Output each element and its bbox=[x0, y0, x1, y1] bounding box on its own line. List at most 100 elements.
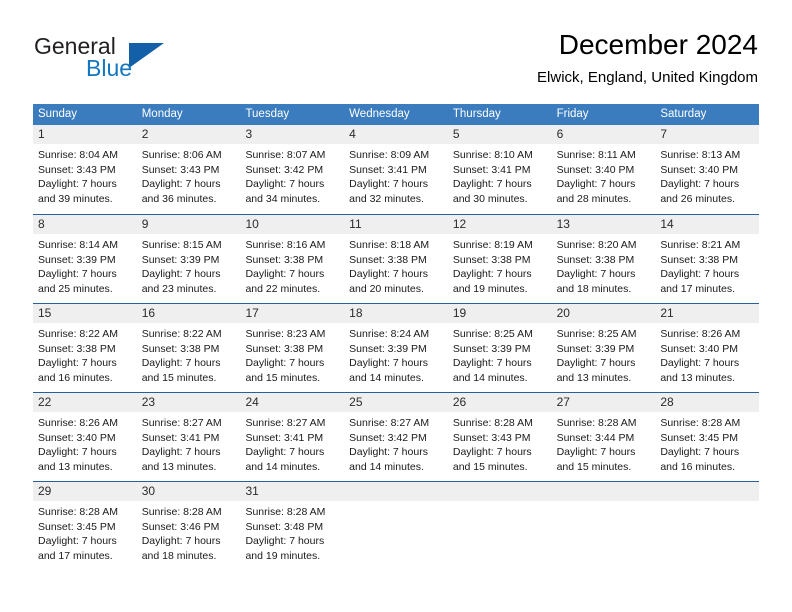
sunrise-text: Sunrise: 8:20 AM bbox=[556, 239, 637, 251]
day-detail-lines: Sunrise: 8:28 AM Sunset: 3:46 PM Daylight:… bbox=[137, 501, 241, 563]
day-number: 8 bbox=[33, 215, 137, 234]
calendar-day-cell[interactable]: 12 Sunrise: 8:19 AM Sunset: 3:38 PM Dayligh… bbox=[447, 215, 552, 303]
daylight-text-line2: and 26 minutes. bbox=[660, 192, 736, 205]
daylight-text-line2: and 14 minutes. bbox=[349, 371, 424, 384]
daylight-text-line1: Daylight: 7 hours bbox=[141, 446, 221, 458]
sunrise-text: Sunrise: 8:25 AM bbox=[452, 328, 533, 340]
sunrise-text: Sunrise: 8:13 AM bbox=[660, 149, 741, 161]
daylight-text-line2: and 36 minutes. bbox=[141, 192, 217, 205]
day-detail-lines bbox=[344, 501, 448, 505]
calendar-day-cell[interactable]: 29 Sunrise: 8:28 AM Sunset: 3:45 PM Dayligh… bbox=[33, 482, 137, 570]
calendar-day-cell[interactable]: 1 Sunrise: 8:04 AM Sunset: 3:43 PM Daylight… bbox=[33, 125, 137, 214]
calendar-day-cell[interactable]: 31 Sunrise: 8:28 AM Sunset: 3:48 PM Dayligh… bbox=[240, 482, 345, 570]
calendar-day-cell[interactable]: 3 Sunrise: 8:07 AM Sunset: 3:42 PM Daylight… bbox=[240, 125, 345, 214]
day-number: 10 bbox=[240, 215, 345, 234]
daylight-text-line2: and 15 minutes. bbox=[452, 460, 528, 473]
day-detail-lines: Sunrise: 8:28 AM Sunset: 3:45 PM Daylight:… bbox=[33, 501, 137, 563]
calendar-day-cell[interactable]: 21 Sunrise: 8:26 AM Sunset: 3:40 PM Dayligh… bbox=[655, 304, 760, 392]
calendar-day-cell[interactable]: 18 Sunrise: 8:24 AM Sunset: 3:39 PM Dayligh… bbox=[344, 304, 448, 392]
daylight-text-line1: Daylight: 7 hours bbox=[660, 357, 740, 369]
day-detail-lines: Sunrise: 8:26 AM Sunset: 3:40 PM Daylight:… bbox=[33, 412, 137, 474]
location-subtitle: Elwick, England, United Kingdom bbox=[537, 69, 758, 86]
day-detail-lines bbox=[655, 501, 759, 505]
day-detail-lines: Sunrise: 8:20 AM Sunset: 3:38 PM Daylight:… bbox=[552, 234, 656, 296]
daylight-text-line2: and 16 minutes. bbox=[38, 371, 113, 384]
calendar-day-cell[interactable]: 13 Sunrise: 8:20 AM Sunset: 3:38 PM Dayligh… bbox=[551, 215, 656, 303]
sunset-text: Sunset: 3:41 PM bbox=[141, 431, 220, 444]
sunrise-text: Sunrise: 8:27 AM bbox=[141, 417, 222, 429]
calendar-page: General Blue December 2024 Elwick, Engla… bbox=[0, 0, 792, 612]
calendar-day-cell[interactable]: 14 Sunrise: 8:21 AM Sunset: 3:38 PM Dayligh… bbox=[655, 215, 760, 303]
sunrise-text: Sunrise: 8:09 AM bbox=[349, 149, 430, 161]
day-number: 16 bbox=[136, 304, 241, 323]
triangle-icon bbox=[129, 43, 164, 68]
calendar-day-cell[interactable]: 4 Sunrise: 8:09 AM Sunset: 3:41 PM Daylight… bbox=[344, 125, 448, 214]
day-number: 31 bbox=[240, 482, 345, 501]
sunset-text: Sunset: 3:39 PM bbox=[556, 342, 635, 355]
generalblue-logo[interactable]: General Blue bbox=[34, 33, 214, 85]
sunset-text: Sunset: 3:41 PM bbox=[452, 163, 531, 176]
calendar-day-cell[interactable]: 7 Sunrise: 8:13 AM Sunset: 3:40 PM Daylight… bbox=[655, 125, 760, 214]
daylight-text-line1: Daylight: 7 hours bbox=[141, 178, 221, 190]
day-detail-lines: Sunrise: 8:24 AM Sunset: 3:39 PM Daylight:… bbox=[344, 323, 448, 385]
daylight-text-line2: and 17 minutes. bbox=[38, 549, 113, 562]
day-number: 6 bbox=[551, 125, 656, 144]
calendar-day-cell-empty bbox=[551, 482, 656, 570]
calendar-day-cell[interactable]: 26 Sunrise: 8:28 AM Sunset: 3:43 PM Dayligh… bbox=[447, 393, 552, 481]
daylight-text-line1: Daylight: 7 hours bbox=[349, 268, 428, 280]
sunset-text: Sunset: 3:38 PM bbox=[660, 253, 738, 266]
day-number: 15 bbox=[33, 304, 137, 323]
sunrise-text: Sunrise: 8:28 AM bbox=[556, 417, 637, 429]
day-number: 3 bbox=[240, 125, 345, 144]
calendar-day-cell[interactable]: 5 Sunrise: 8:10 AM Sunset: 3:41 PM Daylight… bbox=[447, 125, 552, 214]
calendar-day-cell[interactable]: 30 Sunrise: 8:28 AM Sunset: 3:46 PM Dayligh… bbox=[136, 482, 241, 570]
calendar-day-cell[interactable]: 28 Sunrise: 8:28 AM Sunset: 3:45 PM Dayligh… bbox=[655, 393, 760, 481]
sunset-text: Sunset: 3:48 PM bbox=[245, 520, 324, 533]
calendar-day-cell[interactable]: 19 Sunrise: 8:25 AM Sunset: 3:39 PM Dayligh… bbox=[447, 304, 552, 392]
day-number: 27 bbox=[551, 393, 656, 412]
day-detail-lines: Sunrise: 8:28 AM Sunset: 3:45 PM Daylight:… bbox=[655, 412, 759, 474]
logo-text-blue: Blue bbox=[86, 55, 133, 81]
day-number bbox=[551, 482, 656, 501]
calendar-day-cell[interactable]: 10 Sunrise: 8:16 AM Sunset: 3:38 PM Dayligh… bbox=[240, 215, 345, 303]
sunset-text: Sunset: 3:41 PM bbox=[245, 431, 324, 444]
calendar-day-cell[interactable]: 8 Sunrise: 8:14 AM Sunset: 3:39 PM Daylight… bbox=[33, 215, 137, 303]
daylight-text-line2: and 20 minutes. bbox=[349, 282, 424, 295]
sunrise-text: Sunrise: 8:18 AM bbox=[349, 239, 430, 251]
calendar-day-cell[interactable]: 9 Sunrise: 8:15 AM Sunset: 3:39 PM Daylight… bbox=[136, 215, 241, 303]
daylight-text-line1: Daylight: 7 hours bbox=[349, 178, 428, 190]
day-number: 22 bbox=[33, 393, 137, 412]
sunset-text: Sunset: 3:40 PM bbox=[556, 163, 635, 176]
daylight-text-line2: and 15 minutes. bbox=[141, 371, 217, 384]
calendar-day-cell[interactable]: 17 Sunrise: 8:23 AM Sunset: 3:38 PM Dayligh… bbox=[240, 304, 345, 392]
calendar-day-cell[interactable]: 22 Sunrise: 8:26 AM Sunset: 3:40 PM Dayligh… bbox=[33, 393, 137, 481]
calendar-day-cell[interactable]: 27 Sunrise: 8:28 AM Sunset: 3:44 PM Dayligh… bbox=[551, 393, 656, 481]
calendar-day-cell[interactable]: 20 Sunrise: 8:25 AM Sunset: 3:39 PM Dayligh… bbox=[551, 304, 656, 392]
sunset-text: Sunset: 3:43 PM bbox=[38, 163, 116, 176]
day-number: 11 bbox=[344, 215, 448, 234]
title-block: December 2024 Elwick, England, United Ki… bbox=[537, 28, 758, 87]
calendar-day-cell[interactable]: 23 Sunrise: 8:27 AM Sunset: 3:41 PM Dayligh… bbox=[136, 393, 241, 481]
page-title: December 2024 bbox=[558, 29, 758, 60]
calendar-day-cell[interactable]: 15 Sunrise: 8:22 AM Sunset: 3:38 PM Dayligh… bbox=[33, 304, 137, 392]
sunrise-text: Sunrise: 8:27 AM bbox=[349, 417, 430, 429]
daylight-text-line2: and 16 minutes. bbox=[660, 460, 736, 473]
calendar-day-cell[interactable]: 24 Sunrise: 8:27 AM Sunset: 3:41 PM Dayligh… bbox=[240, 393, 345, 481]
calendar-day-cell[interactable]: 25 Sunrise: 8:27 AM Sunset: 3:42 PM Dayligh… bbox=[344, 393, 448, 481]
day-detail-lines: Sunrise: 8:09 AM Sunset: 3:41 PM Daylight:… bbox=[344, 144, 448, 206]
sunrise-text: Sunrise: 8:11 AM bbox=[556, 149, 636, 161]
calendar-day-cell[interactable]: 16 Sunrise: 8:22 AM Sunset: 3:38 PM Dayligh… bbox=[136, 304, 241, 392]
daylight-text-line1: Daylight: 7 hours bbox=[452, 446, 532, 458]
calendar-day-cell-empty bbox=[655, 482, 760, 570]
daylight-text-line2: and 18 minutes. bbox=[141, 549, 217, 562]
daylight-text-line1: Daylight: 7 hours bbox=[660, 446, 740, 458]
daylight-text-line2: and 19 minutes. bbox=[452, 282, 528, 295]
day-detail-lines: Sunrise: 8:25 AM Sunset: 3:39 PM Daylight:… bbox=[552, 323, 656, 385]
calendar-week-row: 29 Sunrise: 8:28 AM Sunset: 3:45 PM Dayligh… bbox=[33, 481, 760, 570]
daylight-text-line1: Daylight: 7 hours bbox=[38, 268, 117, 280]
calendar-day-cell[interactable]: 2 Sunrise: 8:06 AM Sunset: 3:43 PM Daylight… bbox=[136, 125, 241, 214]
sunrise-text: Sunrise: 8:25 AM bbox=[556, 328, 637, 340]
daylight-text-line1: Daylight: 7 hours bbox=[556, 357, 636, 369]
calendar-day-cell[interactable]: 11 Sunrise: 8:18 AM Sunset: 3:38 PM Dayligh… bbox=[344, 215, 448, 303]
calendar-day-cell[interactable]: 6 Sunrise: 8:11 AM Sunset: 3:40 PM Daylight… bbox=[551, 125, 656, 214]
